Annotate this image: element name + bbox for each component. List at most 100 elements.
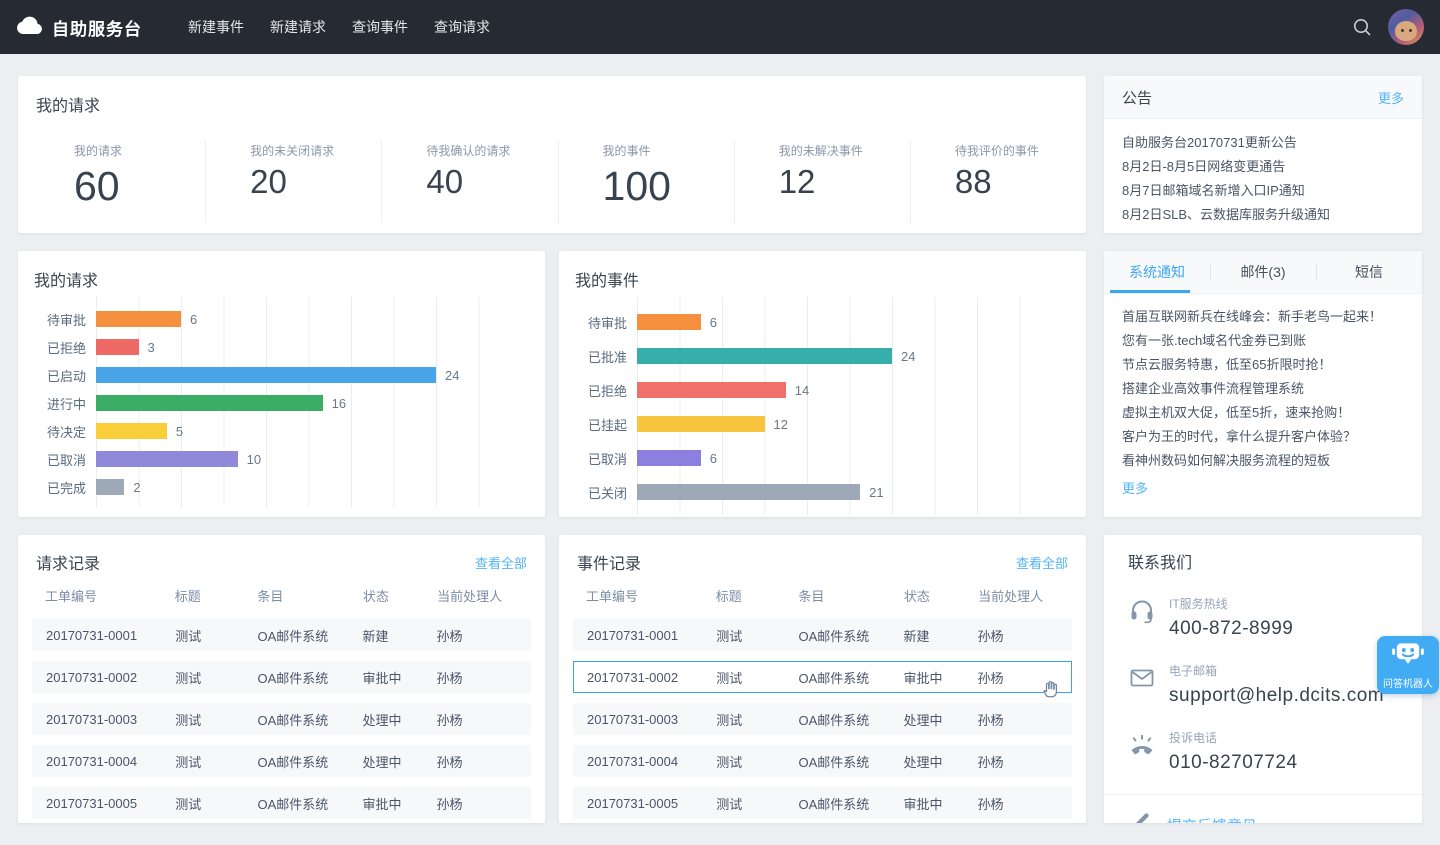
- table-row[interactable]: 20170731-0003测试OA邮件系统处理中孙杨: [573, 703, 1072, 735]
- phone-icon: [1128, 731, 1156, 774]
- notifications-more-link[interactable]: 更多: [1122, 478, 1148, 497]
- chart-category-label: 已关闭: [575, 483, 627, 502]
- table-cell: 20170731-0001: [587, 628, 716, 643]
- chart-value-label: 24: [901, 349, 915, 364]
- table-cell: 孙杨: [437, 752, 530, 771]
- nav-menu: 新建事件 新建请求 查询事件 查询请求: [188, 11, 490, 43]
- table-cell: OA邮件系统: [798, 668, 903, 687]
- tab-label: 系统通知: [1129, 262, 1185, 282]
- table-column-header: 状态: [363, 586, 437, 605]
- table-row[interactable]: 20170731-0004测试OA邮件系统处理中孙杨: [32, 745, 531, 777]
- table-cell: 20170731-0003: [46, 712, 175, 727]
- feedback-row: 提交反馈意见: [1104, 794, 1422, 823]
- chart-row: 待审批 6: [575, 305, 1070, 339]
- table-row-highlighted[interactable]: 20170731-0002测试OA邮件系统审批中孙杨: [573, 661, 1072, 693]
- chart-row: 待审批 6: [34, 305, 529, 333]
- chatbot-button[interactable]: 问答机器人: [1377, 636, 1439, 694]
- table-cell: 测试: [175, 626, 257, 645]
- notice-item[interactable]: 客户为王的时代，拿什么提升客户体验？: [1122, 425, 1404, 449]
- stat-value: 12: [779, 164, 910, 200]
- table-row[interactable]: 20170731-0004测试OA邮件系统处理中孙杨: [573, 745, 1072, 777]
- chart-bar: [96, 339, 139, 355]
- chart-category-label: 已启动: [34, 366, 86, 385]
- user-avatar[interactable]: [1388, 9, 1424, 45]
- table-row[interactable]: 20170731-0003测试OA邮件系统处理中孙杨: [32, 703, 531, 735]
- stats-row: 我的请求 60 我的未关闭请求 20 待我确认的请求 40 我的事件 100 我…: [18, 140, 1086, 223]
- contact-label: IT服务热线: [1169, 595, 1293, 612]
- notice-item[interactable]: 您有一张.tech域名代金券已到账: [1122, 329, 1404, 353]
- chart-track: 3: [96, 339, 521, 355]
- stat-value: 40: [426, 164, 557, 200]
- notice-item[interactable]: 虚拟主机双大促，低至5折，速来抢购！: [1122, 401, 1404, 425]
- tab-system-notice[interactable]: 系统通知: [1104, 251, 1210, 293]
- announcement-item[interactable]: 自助服务台20170731更新公告: [1122, 131, 1404, 155]
- table-cell: 测试: [716, 668, 798, 687]
- table-row[interactable]: 20170731-0001测试OA邮件系统新建孙杨: [573, 619, 1072, 651]
- submit-feedback-link[interactable]: 提交反馈意见: [1167, 815, 1257, 823]
- chart-category-label: 已完成: [34, 478, 86, 497]
- table-cell: 孙杨: [978, 794, 1071, 813]
- stat-value: 100: [603, 164, 734, 209]
- my-requests-bar-chart: 待审批 6 已拒绝 3 已启动 24 进行中 16 待决定 5: [34, 305, 529, 501]
- announcement-item[interactable]: 8月2日SLB、云数据库服务升级通知: [1122, 203, 1404, 227]
- chart-row: 进行中 16: [34, 389, 529, 417]
- chart-value-label: 12: [774, 417, 788, 432]
- chart-bar: [637, 416, 765, 432]
- contact-card: 联系我们 IT服务热线 400-872-8999 电子邮箱 support@he…: [1104, 535, 1422, 823]
- incident-records-card: 事件记录 查看全部 工单编号 标题 条目 状态 当前处理人 20170731-0…: [559, 535, 1086, 823]
- chart-bar: [96, 423, 167, 439]
- stat-value: 60: [74, 164, 205, 209]
- table-cell: 孙杨: [978, 752, 1071, 771]
- table-row[interactable]: 20170731-0001测试OA邮件系统新建孙杨: [32, 619, 531, 651]
- table-cell: OA邮件系统: [257, 710, 362, 729]
- chart-row: 已启动 24: [34, 361, 529, 389]
- table-row[interactable]: 20170731-0005测试OA邮件系统审批中孙杨: [32, 787, 531, 819]
- chart-track: 14: [637, 382, 1062, 398]
- table-cell: 20170731-0002: [46, 670, 175, 685]
- nav-item-query-incident[interactable]: 查询事件: [352, 11, 408, 43]
- search-icon[interactable]: [1352, 17, 1372, 37]
- nav-item-query-request[interactable]: 查询请求: [434, 11, 490, 43]
- chart-row: 待决定 5: [34, 417, 529, 445]
- incident-records-view-all-link[interactable]: 查看全部: [1016, 553, 1068, 572]
- table-cell: OA邮件系统: [257, 626, 362, 645]
- chart-category-label: 已取消: [34, 450, 86, 469]
- contact-item-hotline: IT服务热线 400-872-8999: [1128, 595, 1398, 640]
- table-column-header: 当前处理人: [437, 586, 531, 605]
- chart-value-label: 6: [190, 312, 197, 327]
- brand-logo[interactable]: 自助服务台: [16, 15, 142, 40]
- notice-item[interactable]: 节点云服务特惠，低至65折限时抢！: [1122, 353, 1404, 377]
- announcement-item[interactable]: 8月7日邮箱域名新增入口IP通知: [1122, 179, 1404, 203]
- table-row[interactable]: 20170731-0005测试OA邮件系统审批中孙杨: [573, 787, 1072, 819]
- nav-item-new-incident[interactable]: 新建事件: [188, 11, 244, 43]
- tab-mail[interactable]: 邮件(3): [1210, 251, 1316, 293]
- table-cell: 新建: [363, 626, 437, 645]
- tab-label: 短信: [1355, 262, 1383, 282]
- notice-item[interactable]: 看神州数码如何解决服务流程的短板: [1122, 449, 1404, 473]
- chart-title: 我的事件: [575, 267, 1070, 291]
- request-records-view-all-link[interactable]: 查看全部: [475, 553, 527, 572]
- chart-value-label: 3: [148, 340, 155, 355]
- chart-title: 我的请求: [34, 267, 529, 291]
- chart-bar: [637, 348, 892, 364]
- table-column-header: 工单编号: [586, 586, 716, 605]
- notice-item[interactable]: 搭建企业高效事件流程管理系统: [1122, 377, 1404, 401]
- announcement-item[interactable]: 8月2日-8月5日网络变更通告: [1122, 155, 1404, 179]
- table-cell: 测试: [716, 794, 798, 813]
- table-cell: 处理中: [363, 710, 437, 729]
- chart-value-label: 2: [133, 480, 140, 495]
- notice-item[interactable]: 首届互联网新兵在线峰会：新手老鸟一起来！: [1122, 305, 1404, 329]
- chart-track: 6: [96, 311, 521, 327]
- tab-sms[interactable]: 短信: [1316, 251, 1422, 293]
- stats-card-title: 我的请求: [18, 92, 1086, 116]
- chart-bar: [637, 382, 786, 398]
- table-cell: 测试: [175, 710, 257, 729]
- chart-track: 16: [96, 395, 521, 411]
- stat-unresolved-incidents: 我的未解决事件 12: [734, 140, 910, 223]
- table-cell: 处理中: [904, 752, 978, 771]
- nav-item-new-request[interactable]: 新建请求: [270, 11, 326, 43]
- chart-bar: [96, 311, 181, 327]
- my-requests-chart-card: 我的请求 待审批 6 已拒绝 3 已启动 24 进行中 16: [18, 251, 545, 517]
- table-row[interactable]: 20170731-0002测试OA邮件系统审批中孙杨: [32, 661, 531, 693]
- announcements-more-link[interactable]: 更多: [1378, 88, 1404, 107]
